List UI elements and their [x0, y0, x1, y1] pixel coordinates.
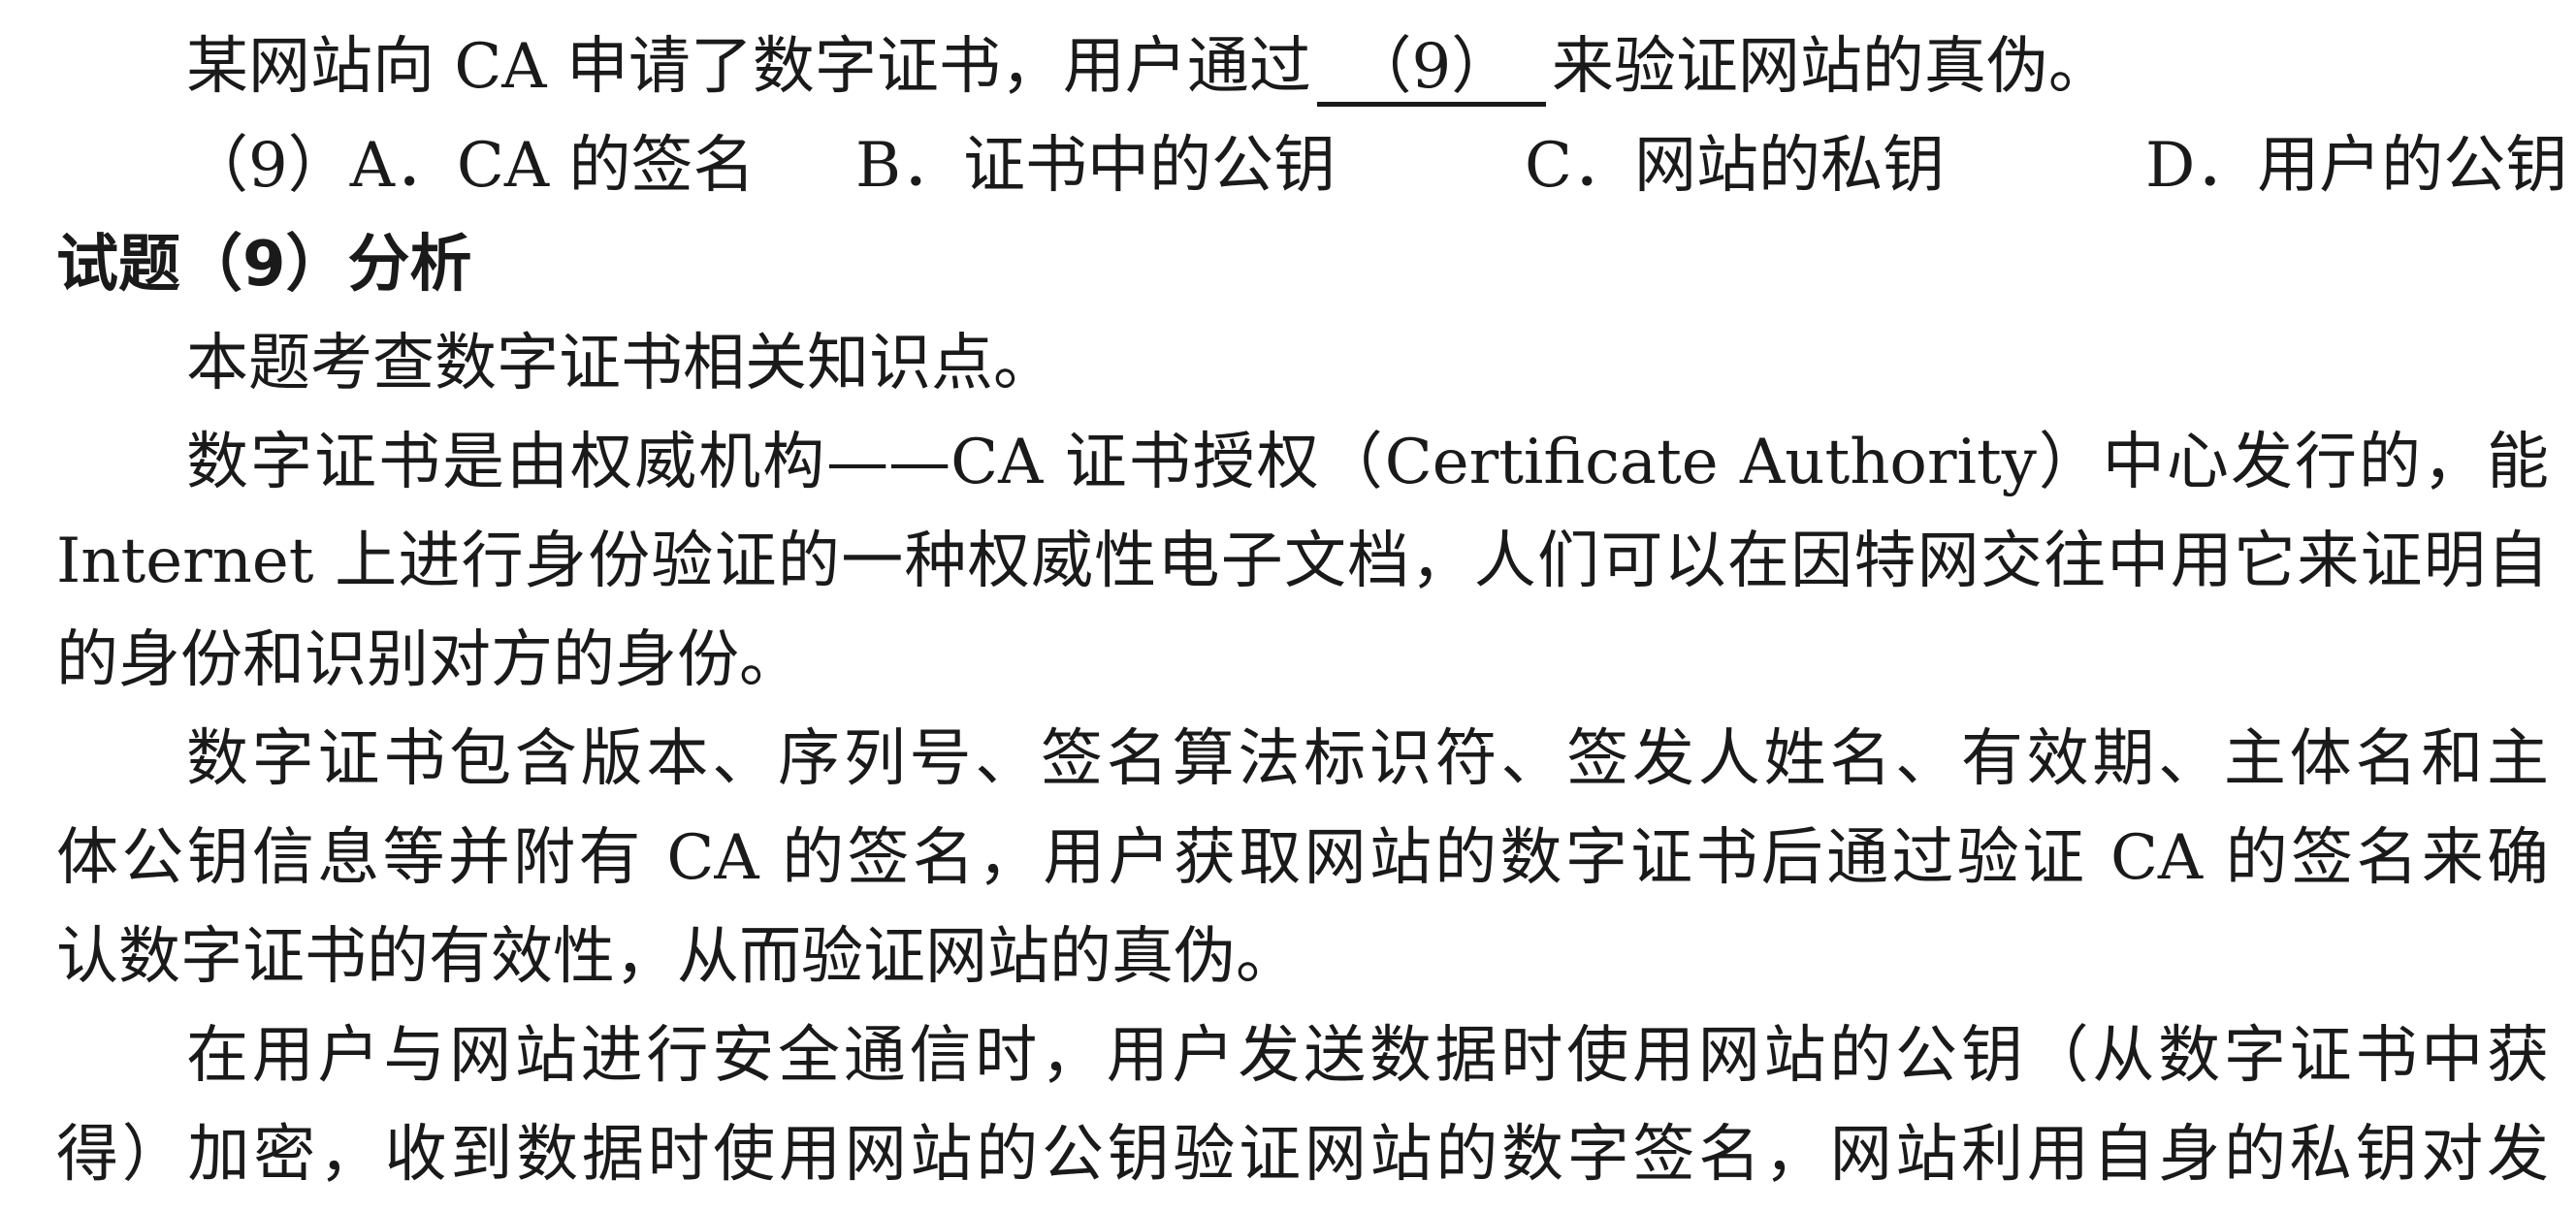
analysis-line-9: 得）加密，收到数据时使用网站的公钥验证网站的数字签名，网站利用自身的私钥对发 [56, 1119, 2549, 1191]
question-blank: （9） [1316, 32, 1546, 107]
option-b: B．证书中的公钥 [855, 130, 1336, 202]
analysis-line-6: 体公钥信息等并附有 CA 的签名，用户获取网站的数字证书后通过验证 CA 的签名… [56, 822, 2549, 894]
analysis-line-5: 数字证书包含版本、序列号、签名算法标识符、签发人姓名、有效期、主体名和主 [186, 723, 2549, 795]
analysis-line-4: 的身份和识别对方的身份。 [56, 624, 801, 696]
analysis-line-1: 本题考查数字证书相关知识点。 [186, 328, 1055, 399]
analysis-line-8: 在用户与网站进行安全通信时，用户发送数据时使用网站的公钥（从数字证书中获 [186, 1020, 2549, 1092]
question-stem-before: 某网站向 CA 申请了数字证书，用户通过 [186, 31, 1311, 103]
analysis-line-2: 数字证书是由权威机构——CA 证书授权（Certificate Authorit… [186, 427, 2549, 498]
analysis-heading: 试题（9）分析 [56, 229, 472, 301]
question-stem-after: 来验证网站的真伪。 [1551, 31, 2110, 103]
option-c: C．网站的私钥 [1525, 130, 1945, 202]
option-a: （9）A．CA 的签名 [186, 130, 756, 202]
question-stem: 某网站向 CA 申请了数字证书，用户通过 （9） 来验证网站的真伪。 [56, 17, 2549, 116]
option-d: D．用户的公钥 [2145, 130, 2568, 202]
analysis-line-7: 认数字证书的有效性，从而验证网站的真伪。 [56, 921, 1298, 993]
question-options: （9）A．CA 的签名 B．证书中的公钥 C．网站的私钥 D．用户的公钥 [56, 116, 2567, 215]
analysis-line-3: Internet 上进行身份验证的一种权威性电子文档，人们可以在因特网交往中用它… [56, 526, 2549, 597]
document-page: 某网站向 CA 申请了数字证书，用户通过 （9） 来验证网站的真伪。 （9）A．CA… [0, 0, 2576, 1212]
